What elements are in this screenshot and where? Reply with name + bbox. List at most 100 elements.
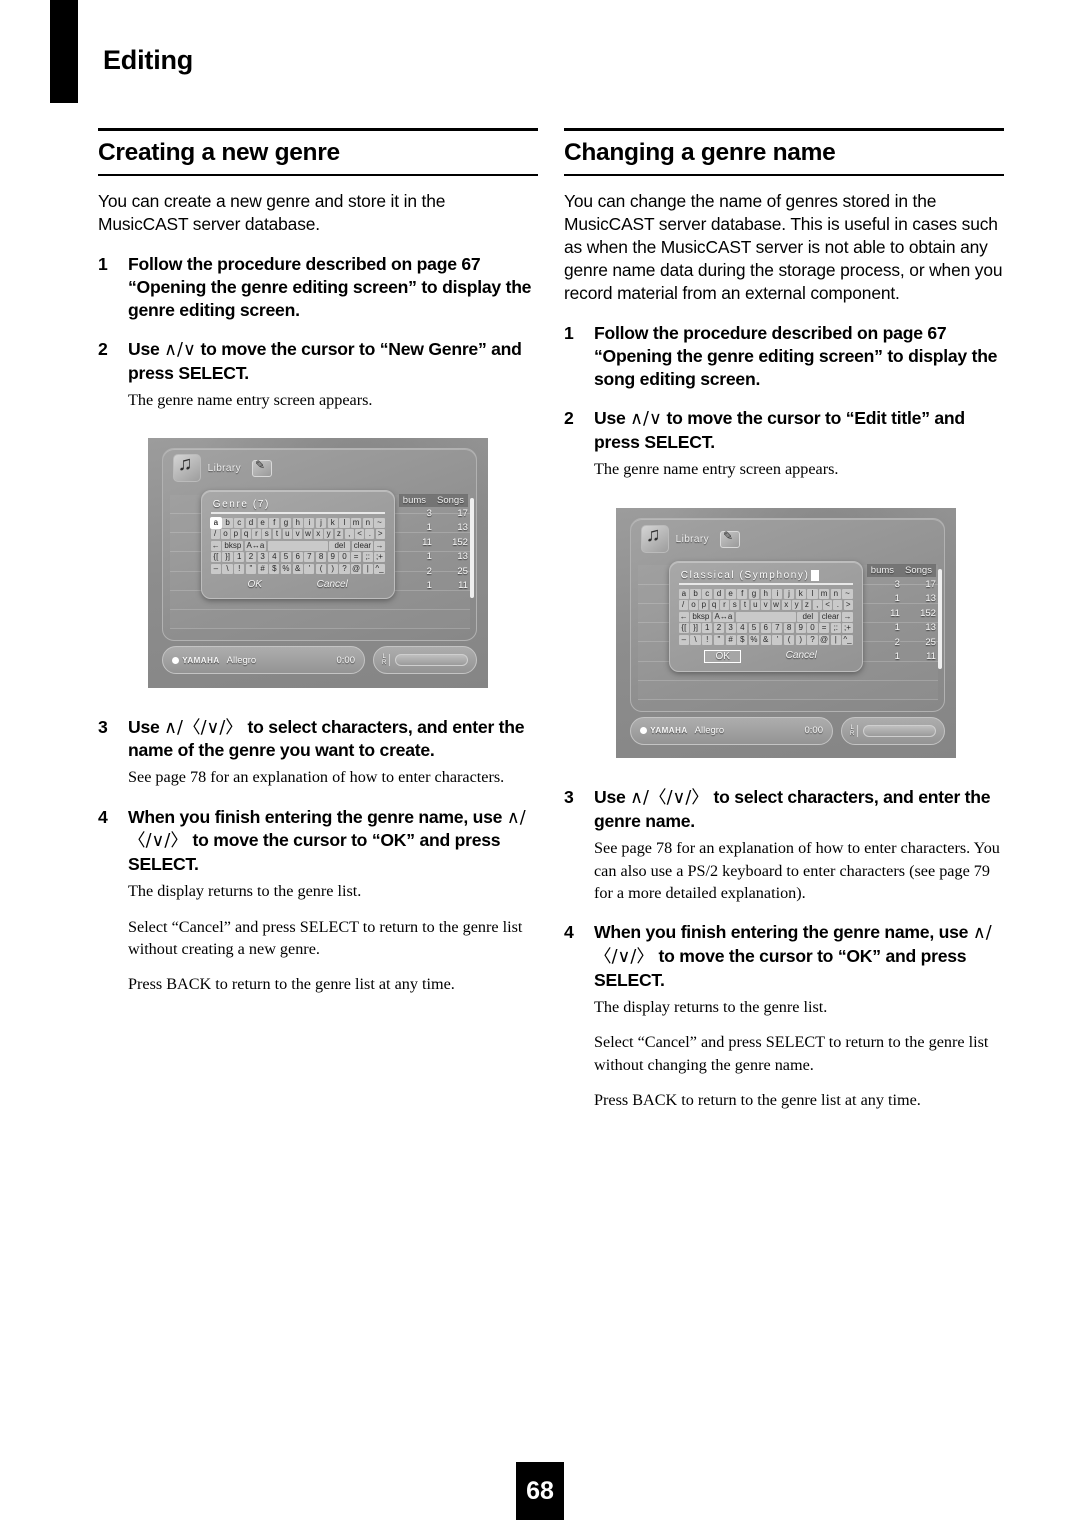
key-x[interactable]: x	[781, 600, 791, 611]
key-w[interactable]: w	[771, 600, 781, 611]
key-7[interactable]: 7	[304, 552, 315, 563]
key-[interactable]: '	[304, 563, 315, 574]
key-[interactable]: \	[690, 634, 701, 645]
key-k[interactable]: k	[327, 517, 338, 528]
key-[interactable]: >	[375, 529, 385, 540]
key-[interactable]: ?	[807, 634, 818, 645]
key-[interactable]: ;+	[842, 623, 853, 634]
key-5[interactable]: 5	[748, 623, 760, 634]
key-[interactable]: &	[292, 563, 303, 574]
key-space[interactable]	[735, 611, 796, 622]
key-[interactable]: (	[783, 634, 795, 645]
key-[interactable]: }]	[690, 623, 701, 634]
key-Aa[interactable]: A↔a	[244, 540, 266, 551]
cancel-button[interactable]: Cancel	[307, 579, 358, 590]
key-y[interactable]: y	[324, 529, 334, 540]
key-[interactable]: <	[823, 600, 832, 611]
key-[interactable]: =	[351, 552, 362, 563]
key-[interactable]: –	[210, 563, 221, 574]
key-3[interactable]: 3	[725, 623, 736, 634]
key-Aa[interactable]: A↔a	[712, 611, 734, 622]
key-[interactable]: ←	[678, 611, 689, 622]
list-scrollbar[interactable]	[937, 569, 942, 669]
key-g[interactable]: g	[748, 588, 760, 599]
key-m[interactable]: m	[819, 588, 830, 599]
key-0[interactable]: 0	[339, 552, 350, 563]
key-o[interactable]: o	[689, 600, 698, 611]
key-7[interactable]: 7	[772, 623, 783, 634]
key-[interactable]: (	[315, 563, 327, 574]
key-clear[interactable]: clear	[351, 540, 373, 551]
key-[interactable]: →	[374, 540, 385, 551]
key-v[interactable]: v	[761, 600, 771, 611]
key-del[interactable]: del	[797, 611, 819, 622]
key-f[interactable]: f	[737, 588, 748, 599]
key-t[interactable]: t	[740, 600, 750, 611]
key-1[interactable]: 1	[234, 552, 245, 563]
key-[interactable]: #	[725, 634, 736, 645]
volume-bar[interactable]: LR	[373, 646, 477, 674]
key-p[interactable]: p	[231, 529, 241, 540]
key-[interactable]: {[	[210, 552, 221, 563]
key-q[interactable]: q	[241, 529, 251, 540]
key-[interactable]: >	[843, 600, 853, 611]
key-[interactable]: /	[210, 529, 220, 540]
key-[interactable]: ~	[842, 588, 853, 599]
key-clear[interactable]: clear	[819, 611, 841, 622]
key-z[interactable]: z	[334, 529, 344, 540]
key-k[interactable]: k	[795, 588, 806, 599]
key-n[interactable]: n	[362, 517, 373, 528]
key-[interactable]: '	[772, 634, 783, 645]
key-a[interactable]: a	[210, 517, 221, 528]
key-del[interactable]: del	[329, 540, 351, 551]
key-i[interactable]: i	[304, 517, 315, 528]
key-3[interactable]: 3	[257, 552, 268, 563]
key-[interactable]: "	[245, 563, 257, 574]
key-[interactable]: .	[365, 529, 375, 540]
key-[interactable]: |	[362, 563, 373, 574]
volume-bar[interactable]: LR	[841, 717, 945, 745]
key-[interactable]: &	[760, 634, 771, 645]
key-r[interactable]: r	[252, 529, 261, 540]
key-d[interactable]: d	[713, 588, 725, 599]
key-b[interactable]: b	[222, 517, 233, 528]
key-[interactable]: )	[327, 563, 338, 574]
key-[interactable]: ?	[339, 563, 350, 574]
key-[interactable]: @	[819, 634, 830, 645]
key-bksp[interactable]: bksp	[690, 611, 712, 622]
key-t[interactable]: t	[272, 529, 282, 540]
key-[interactable]: "	[713, 634, 725, 645]
key-[interactable]: #	[257, 563, 268, 574]
key-x[interactable]: x	[313, 529, 323, 540]
key-space[interactable]	[267, 540, 328, 551]
key-a[interactable]: a	[678, 588, 689, 599]
ok-button[interactable]: OK	[704, 649, 741, 663]
key-z[interactable]: z	[802, 600, 812, 611]
key-q[interactable]: q	[709, 600, 719, 611]
key-[interactable]: !	[234, 563, 245, 574]
key-v[interactable]: v	[293, 529, 303, 540]
key-g[interactable]: g	[280, 517, 292, 528]
key-w[interactable]: w	[303, 529, 313, 540]
key-e[interactable]: e	[257, 517, 268, 528]
key-r[interactable]: r	[720, 600, 729, 611]
genre-name-input-2[interactable]: Classical (Symphony)	[678, 569, 853, 585]
key-[interactable]: ;+	[374, 552, 385, 563]
key-h[interactable]: h	[760, 588, 771, 599]
key-4[interactable]: 4	[737, 623, 748, 634]
key-9[interactable]: 9	[795, 623, 806, 634]
key-[interactable]: \	[222, 563, 233, 574]
key-[interactable]: ;:	[830, 623, 841, 634]
key-[interactable]: .	[833, 600, 843, 611]
key-[interactable]: <	[355, 529, 364, 540]
key-[interactable]: $	[269, 563, 280, 574]
list-scrollbar[interactable]	[469, 498, 474, 599]
key-[interactable]: →	[842, 611, 853, 622]
key-[interactable]: ^_	[374, 563, 385, 574]
key-[interactable]: =	[819, 623, 830, 634]
key-[interactable]: !	[702, 634, 713, 645]
key-m[interactable]: m	[351, 517, 362, 528]
key-[interactable]: –	[678, 634, 689, 645]
key-[interactable]: }]	[222, 552, 233, 563]
cancel-button[interactable]: Cancel	[776, 650, 827, 663]
